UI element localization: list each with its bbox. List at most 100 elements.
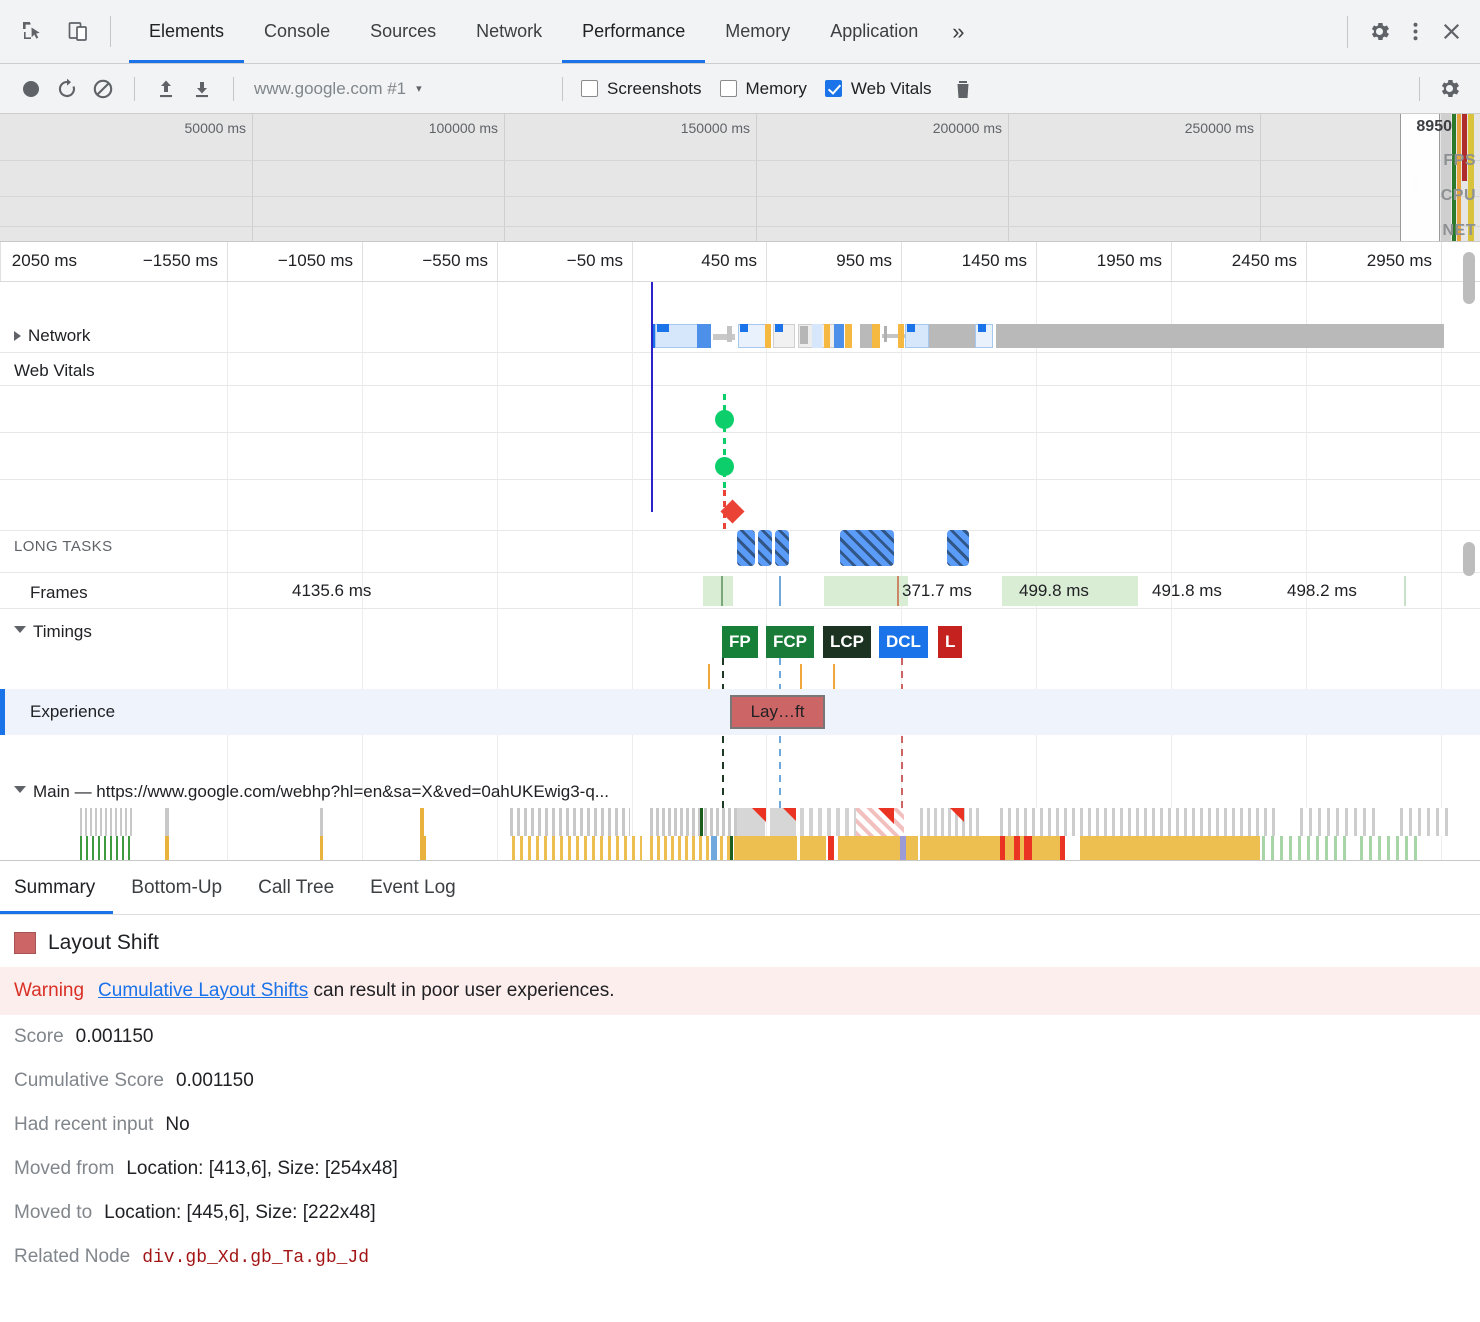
close-icon[interactable]: [1436, 17, 1466, 47]
overview-tick-label: 100000 ms: [428, 120, 498, 136]
timeline-ruler[interactable]: 2050 ms −1550 ms −1050 ms −550 ms −50 ms…: [0, 242, 1480, 282]
web-vitals-lcp-marker[interactable]: [715, 457, 734, 476]
timing-marker-load[interactable]: L: [938, 626, 963, 658]
track-label-frames: Frames: [30, 583, 88, 602]
controls-divider-4: [1419, 76, 1420, 101]
timing-marker-lcp[interactable]: LCP: [823, 626, 871, 658]
related-node-link[interactable]: div.gb_Xd.gb_Ta.gb_Jd: [142, 1248, 369, 1268]
tab-label: Sources: [370, 21, 437, 41]
download-arrow-icon[interactable]: [185, 72, 219, 106]
tab-sources[interactable]: Sources: [350, 0, 456, 63]
warning-banner: Warning Cumulative Layout Shifts can res…: [0, 967, 1480, 1015]
timing-marker-dcl[interactable]: DCL: [879, 626, 928, 658]
profile-selector[interactable]: www.google.com #1 ▾: [248, 79, 548, 99]
long-task-bar[interactable]: [758, 530, 772, 566]
more-tabs-button[interactable]: »: [938, 0, 978, 63]
checkbox-box[interactable]: [581, 80, 598, 97]
main-flame-row-top[interactable]: [0, 808, 1452, 836]
web-vitals-fcp-marker[interactable]: [715, 410, 734, 429]
timeline-scrollbar-thumb-bottom[interactable]: [1463, 542, 1475, 576]
cumulative-layout-shifts-link[interactable]: Cumulative Layout Shifts: [98, 980, 308, 1001]
frame-boundary: [1404, 576, 1406, 606]
checkbox-box[interactable]: [719, 80, 737, 97]
record-circle-icon[interactable]: [14, 72, 48, 106]
ruler-tick-label: −1050 ms: [277, 251, 353, 270]
tab-elements[interactable]: Elements: [129, 0, 245, 63]
network-request-bar: [907, 324, 915, 332]
tab-label: Event Log: [370, 876, 456, 898]
tab-bottom-up[interactable]: Bottom-Up: [113, 861, 240, 914]
long-task-bar[interactable]: [840, 530, 894, 566]
tab-bar-divider: [110, 16, 111, 47]
timeline-overview-minimap[interactable]: 50000 ms 100000 ms 150000 ms 200000 ms 2…: [0, 114, 1480, 242]
frame-segment[interactable]: [703, 576, 733, 606]
tab-memory[interactable]: Memory: [705, 0, 810, 63]
chevron-down-icon[interactable]: [14, 626, 26, 638]
event-title: Layout Shift: [48, 931, 159, 954]
checkbox-box[interactable]: [824, 80, 842, 97]
frame-duration[interactable]: 498.2 ms: [1287, 581, 1357, 601]
clear-prohibited-icon[interactable]: [86, 72, 120, 106]
trash-icon[interactable]: [946, 72, 980, 106]
screenshots-checkbox[interactable]: Screenshots: [581, 79, 702, 99]
gear-icon[interactable]: [1364, 17, 1394, 47]
ruler-tick-label: −550 ms: [422, 251, 488, 270]
tab-application[interactable]: Application: [810, 0, 938, 63]
tab-summary[interactable]: Summary: [0, 861, 114, 914]
tab-event-log[interactable]: Event Log: [352, 861, 474, 914]
tab-bar-actions: [1337, 0, 1480, 63]
timing-marker-label: FP: [729, 632, 751, 651]
web-vitals-checkbox[interactable]: Web Vitals: [824, 79, 932, 99]
ruler-tick-label: 2450 ms: [1231, 251, 1297, 270]
tab-call-tree[interactable]: Call Tree: [240, 861, 352, 914]
overview-tick-label: 200000 ms: [932, 120, 1002, 136]
timeline-flame-chart[interactable]: 2050 ms −1550 ms −1050 ms −550 ms −50 ms…: [0, 242, 1480, 860]
reload-icon[interactable]: [50, 72, 84, 106]
frame-segment[interactable]: [824, 576, 908, 606]
network-request-bar: [812, 324, 822, 348]
tab-label: Network: [476, 21, 543, 41]
details-drawer: Summary Bottom-Up Call Tree Event Log La…: [0, 860, 1480, 1322]
long-task-bar[interactable]: [775, 530, 789, 566]
chevron-right-icon[interactable]: [14, 331, 21, 341]
kebab-menu-icon[interactable]: [1400, 17, 1430, 47]
frame-duration[interactable]: 499.8 ms: [1019, 581, 1089, 601]
timing-marker-fcp[interactable]: FCP: [766, 626, 814, 658]
track-label-long-tasks: LONG TASKS: [14, 538, 113, 555]
inspect-element-icon[interactable]: [18, 17, 48, 47]
frame-duration[interactable]: 4135.6 ms: [292, 581, 371, 601]
field-key: Had recent input: [14, 1114, 154, 1135]
network-request-bar: [740, 324, 748, 332]
gear-icon[interactable]: [1432, 72, 1466, 106]
memory-checkbox[interactable]: Memory: [719, 78, 807, 99]
device-toolbar-icon[interactable]: [64, 17, 94, 47]
frame-duration[interactable]: 491.8 ms: [1152, 581, 1222, 601]
tab-console[interactable]: Console: [244, 0, 350, 63]
memory-label: Memory: [745, 78, 807, 98]
track-experience[interactable]: Experience Lay…ft: [0, 689, 1480, 735]
timeline-scrollbar-thumb-top[interactable]: [1463, 252, 1475, 304]
network-request-bar: [978, 324, 986, 332]
timing-marker-label: DCL: [886, 632, 921, 651]
tab-network[interactable]: Network: [456, 0, 562, 63]
ruler-tick-label: −1550 ms: [142, 251, 218, 270]
network-request-bar: [824, 324, 830, 348]
ruler-tick-label: 1450 ms: [961, 251, 1027, 270]
ruler-tick-label: 450 ms: [701, 251, 757, 270]
tab-performance[interactable]: Performance: [562, 0, 706, 63]
main-flame-row-second[interactable]: [0, 836, 1452, 860]
long-task-bar[interactable]: [947, 530, 969, 566]
layout-shift-event-chip[interactable]: Lay…ft: [730, 695, 825, 729]
field-value: No: [165, 1114, 190, 1135]
timing-marker-fp[interactable]: FP: [722, 626, 758, 658]
upload-arrow-icon[interactable]: [149, 72, 183, 106]
frame-duration[interactable]: 371.7 ms: [902, 581, 972, 601]
long-task-bar[interactable]: [737, 530, 755, 566]
tab-label: Elements: [149, 21, 225, 41]
ruler-tick-label: −50 ms: [566, 251, 623, 270]
track-label-experience: Experience: [30, 702, 116, 721]
overview-tick-label: 250000 ms: [1184, 120, 1254, 136]
chevron-down-icon[interactable]: [14, 786, 26, 798]
event-color-swatch: [14, 932, 36, 954]
ruler-tick-label: 2050 ms: [11, 251, 77, 270]
